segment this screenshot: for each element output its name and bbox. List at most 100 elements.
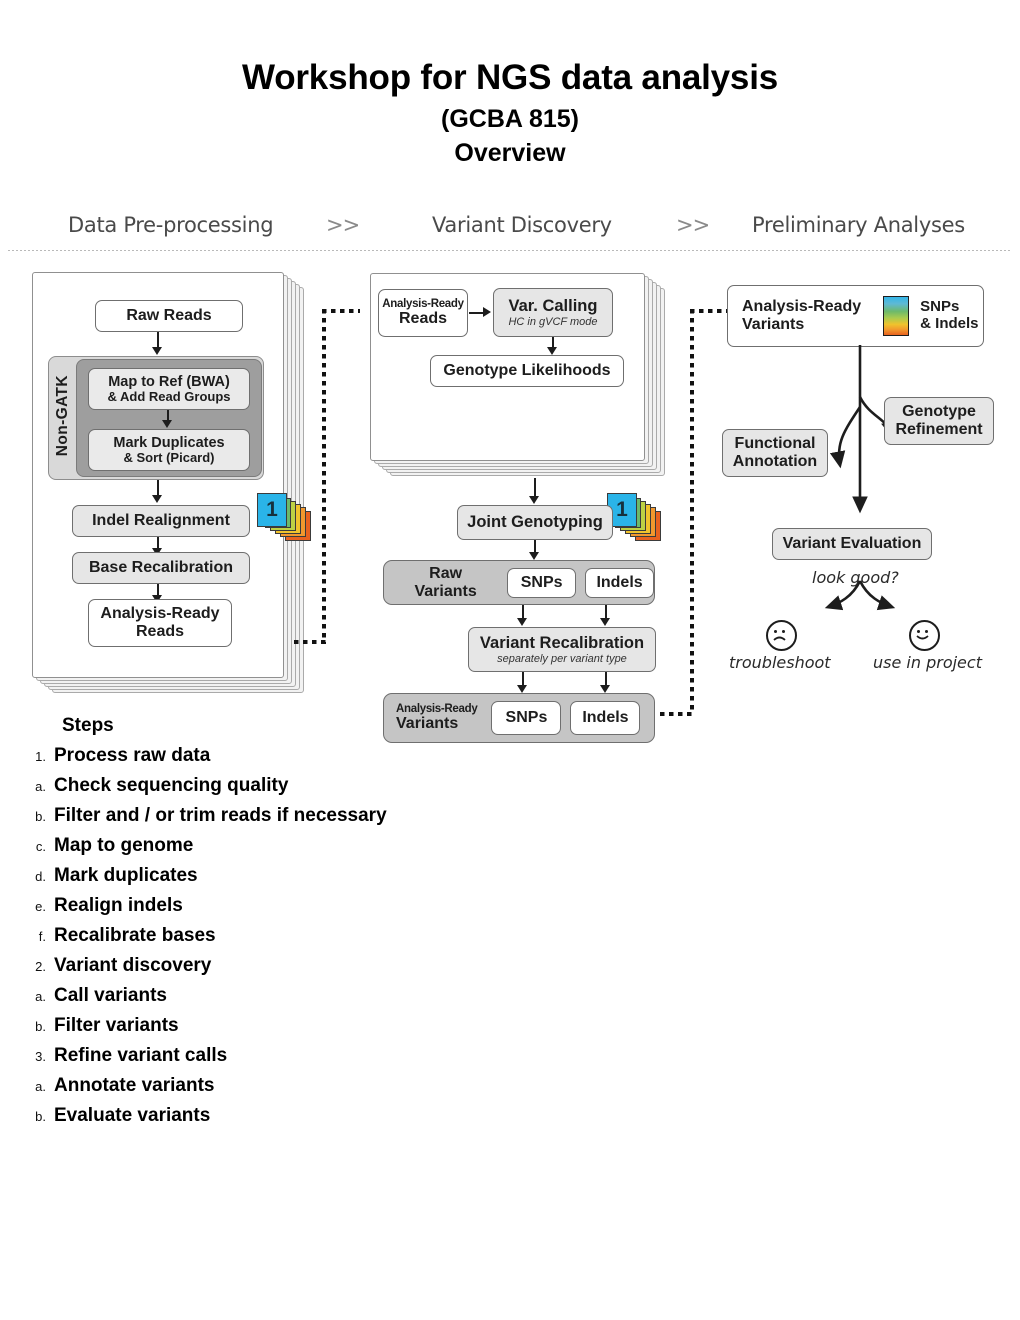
- slide-title-block: Workshop for NGS data analysis (GCBA 815…: [0, 58, 1020, 171]
- node-raw-reads-label: Raw Reads: [126, 307, 212, 325]
- node-variant-recalibration[interactable]: Variant Recalibration separately per var…: [468, 627, 656, 672]
- node-ar-reads-label-1: Analysis-Ready: [100, 605, 220, 623]
- step-marker: a.: [35, 779, 46, 794]
- node-genotype-likelihoods[interactable]: Genotype Likelihoods: [430, 355, 624, 387]
- step-marker: 1.: [35, 749, 46, 764]
- arrowhead-ar-snps: [517, 685, 527, 693]
- node-functional-annotation-label-1: Functional: [734, 435, 816, 453]
- course-code: (GCBA 815): [441, 105, 579, 134]
- steps-heading: Steps: [62, 715, 114, 736]
- node-mark-duplicates-sublabel: & Sort (Picard): [123, 449, 215, 465]
- node-ar-reads-label-2: Reads: [135, 623, 185, 640]
- phase-arrow-2: >>: [676, 213, 710, 237]
- node-var-calling-sublabel: HC in gVCF mode: [508, 316, 598, 329]
- step-item: a. Call variants: [0, 985, 1020, 1007]
- step-marker: c.: [35, 839, 46, 854]
- node-variant-recalibration-label: Variant Recalibration: [479, 633, 645, 652]
- step-label: Realign indels: [54, 895, 183, 916]
- step-marker: b.: [35, 1109, 46, 1124]
- swatch-label-indels: & Indels: [920, 315, 979, 332]
- sample-tab-selected[interactable]: 1: [257, 493, 287, 527]
- node-final-analysis-ready-variants[interactable]: Analysis-Ready Variants SNPs & Indels: [727, 285, 984, 347]
- variant-type-color-swatch: [883, 296, 910, 336]
- node-base-recalibration[interactable]: Base Recalibration: [72, 552, 250, 584]
- arrowhead-raw-variants: [529, 552, 539, 560]
- node-analysis-ready-reads[interactable]: Analysis-Ready Reads: [88, 599, 232, 647]
- phase-label-discovery: Variant Discovery: [432, 213, 612, 237]
- step-item: 2. Variant discovery: [0, 955, 1020, 977]
- step-marker: b.: [35, 1019, 46, 1034]
- step-item: d. Mark duplicates: [0, 865, 1020, 887]
- connector-discovery-top: [690, 309, 728, 313]
- step-label: Evaluate variants: [54, 1105, 211, 1126]
- step-marker: a.: [35, 989, 46, 1004]
- annotation-troubleshoot: troubleshoot: [729, 653, 831, 672]
- panel-non-gatk-label: Non-GATK: [54, 375, 71, 457]
- node-variant-recalibration-sublabel: separately per variant type: [497, 653, 627, 666]
- phase-arrow-1: >>: [326, 213, 360, 237]
- arrow-reads-to-calling: [469, 312, 484, 315]
- node-raw-snps-label: SNPs: [520, 573, 563, 591]
- arrowhead-gl: [547, 347, 557, 355]
- node-discovery-ar-reads-label-1: Analysis-Ready: [382, 297, 464, 310]
- node-discovery-ar-reads-label-2: Reads: [398, 310, 448, 328]
- step-label: Check sequencing quality: [54, 775, 289, 796]
- arrowhead-snps-recal: [517, 618, 527, 626]
- header-divider: [8, 250, 1012, 252]
- node-joint-genotyping[interactable]: Joint Genotyping: [457, 505, 613, 540]
- happy-face-mouth: [916, 635, 929, 640]
- node-raw-variants[interactable]: Raw Variants SNPs Indels: [383, 560, 655, 605]
- node-variant-evaluation[interactable]: Variant Evaluation: [772, 528, 932, 560]
- node-raw-indels-label: Indels: [596, 573, 643, 591]
- steps-section: Steps 1. Process raw data a. Check sequenci…: [0, 715, 1020, 1127]
- step-label: Map to genome: [54, 835, 194, 856]
- node-var-calling[interactable]: Var. Calling HC in gVCF mode: [493, 288, 613, 337]
- node-final-ar-variants-label-2: Variants: [742, 316, 805, 333]
- node-mark-duplicates[interactable]: Mark Duplicates & Sort (Picard): [88, 429, 250, 471]
- sad-face-mouth: [773, 636, 786, 641]
- gatk-workflow-diagram: Data Pre-processing >> Variant Discovery…: [0, 205, 1020, 743]
- arrow-stack-joint-line: [534, 478, 537, 498]
- arrowhead-indels-recal: [600, 618, 610, 626]
- node-var-calling-label: Var. Calling: [508, 296, 598, 315]
- node-raw-variants-label: Raw Variants: [414, 564, 477, 600]
- step-item: b. Filter variants: [0, 1015, 1020, 1037]
- node-genotype-refinement[interactable]: Genotype Refinement: [884, 397, 994, 445]
- step-label: Recalibrate bases: [54, 925, 216, 946]
- arrowhead-joint-genotyping: [529, 496, 539, 504]
- step-item: a. Check sequencing quality: [0, 775, 1020, 797]
- arrowhead-map-to-mark: [162, 420, 172, 428]
- node-indel-realignment-label: Indel Realignment: [92, 512, 230, 530]
- arrowhead-calling: [483, 307, 491, 317]
- node-discovery-analysis-ready-reads[interactable]: Analysis-Ready Reads: [378, 289, 468, 337]
- node-indel-realignment[interactable]: Indel Realignment: [72, 505, 250, 537]
- step-label: Call variants: [54, 985, 167, 1006]
- steps-list: 1. Process raw data a. Check sequencing qua…: [0, 745, 1020, 1127]
- step-item: 3. Refine variant calls: [0, 1045, 1020, 1067]
- node-final-ar-variants-label-1: Analysis-Ready: [742, 298, 862, 316]
- annotation-use-in-project: use in project: [873, 653, 982, 672]
- node-functional-annotation-label-2: Annotation: [732, 453, 818, 470]
- node-genotype-refinement-label-1: Genotype: [902, 403, 976, 421]
- step-marker: f.: [38, 929, 46, 944]
- step-item: a. Annotate variants: [0, 1075, 1020, 1097]
- phase-header: Data Pre-processing >> Variant Discovery…: [0, 205, 1020, 253]
- sad-face-icon: [766, 620, 797, 651]
- node-raw-indels[interactable]: Indels: [585, 567, 655, 598]
- node-raw-snps[interactable]: SNPs: [507, 567, 577, 598]
- node-functional-annotation[interactable]: Functional Annotation: [722, 429, 828, 477]
- node-raw-reads[interactable]: Raw Reads: [95, 300, 243, 332]
- step-marker: a.: [35, 1079, 46, 1094]
- step-label: Refine variant calls: [54, 1045, 228, 1066]
- connector-preprocessing-bottom: [294, 640, 326, 644]
- step-marker: 2.: [35, 959, 46, 974]
- sample-tab-stack-discovery: 1: [605, 493, 667, 553]
- step-item: b. Evaluate variants: [0, 1105, 1020, 1127]
- step-marker: e.: [35, 899, 46, 914]
- slide-section-title: Overview: [454, 138, 566, 167]
- connector-discovery-vertical: [690, 309, 694, 714]
- step-marker: 3.: [35, 1049, 46, 1064]
- step-item: e. Realign indels: [0, 895, 1020, 917]
- node-map-to-ref[interactable]: Map to Ref (BWA) & Add Read Groups: [88, 368, 250, 410]
- node-genotype-refinement-label-2: Refinement: [895, 421, 983, 438]
